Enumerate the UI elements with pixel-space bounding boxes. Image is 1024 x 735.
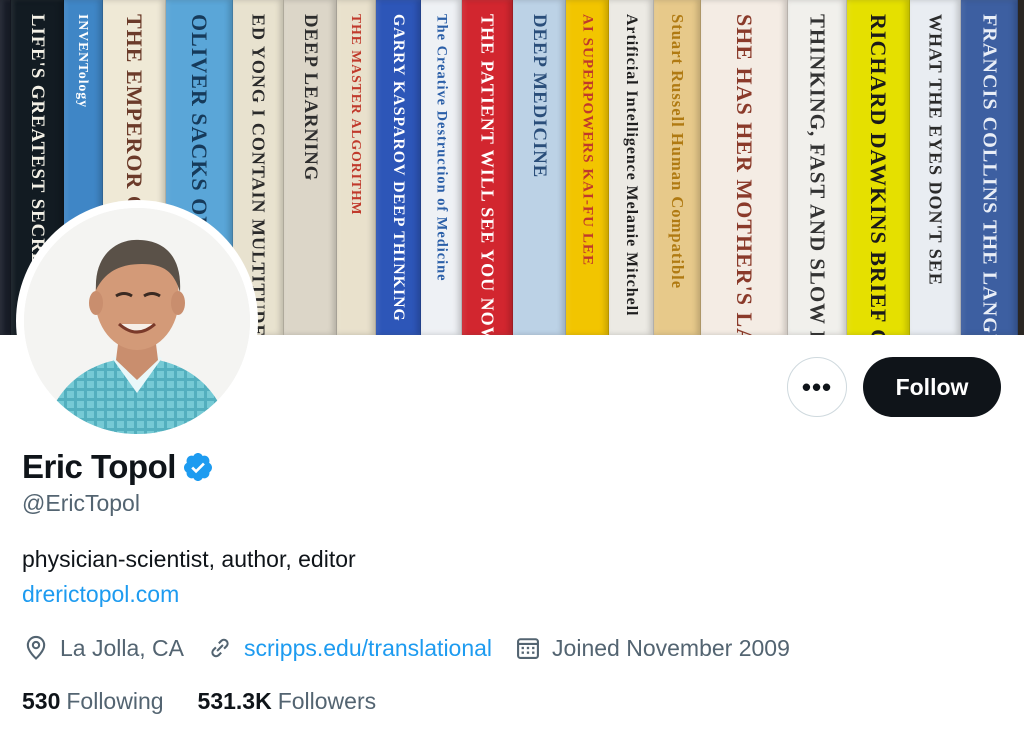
- book-title: SHE HAS HER MOTHER'S LAUGH CARL ZIMMER: [732, 14, 757, 335]
- more-options-button[interactable]: •••: [787, 357, 847, 417]
- book-title: DEEP MEDICINE: [529, 14, 550, 179]
- book-spine: THE PATIENT WILL SEE YOU NOW: [462, 0, 513, 335]
- profile-url-link[interactable]: scripps.edu/translational: [244, 635, 492, 662]
- book-spine: GARRY KASPAROV DEEP THINKING: [376, 0, 421, 335]
- following-stat[interactable]: 530 Following: [22, 688, 164, 715]
- profile-handle: @EricTopol: [22, 490, 140, 516]
- book-title: LIFE'S GREATEST SECRET: [27, 14, 48, 280]
- joined-item: Joined November 2009: [514, 634, 790, 662]
- book-spine: Stuart Russell Human Compatible: [654, 0, 701, 335]
- book-title: THE PATIENT WILL SEE YOU NOW: [477, 14, 498, 335]
- profile-name-row: Eric Topol: [22, 448, 214, 486]
- book-title: The Creative Destruction of Medicine: [433, 14, 450, 282]
- book-spine: SHE HAS HER MOTHER'S LAUGH CARL ZIMMER: [701, 0, 788, 335]
- book-spine: THE MASTER ALGORITHM: [337, 0, 376, 335]
- book-spine: RICHARD DAWKINS BRIEF CANDLE IN THE DARK: [847, 0, 910, 335]
- book-title: Artificial Intelligence Melanie Mitchell: [623, 14, 640, 317]
- url-item[interactable]: scripps.edu/translational: [206, 634, 492, 662]
- link-icon: [211, 638, 229, 658]
- book-spine: WHAT THE EYES DON'T SEE: [910, 0, 961, 335]
- book-title: GARRY KASPAROV DEEP THINKING: [390, 14, 407, 322]
- book-title: WHAT THE EYES DON'T SEE: [925, 14, 946, 286]
- book-title: FRANCIS COLLINS THE LANGUAGE OF GOD: [978, 14, 1001, 335]
- book-spine: AI SUPERPOWERS KAI-FU LEE: [566, 0, 609, 335]
- joined-text: Joined November 2009: [552, 634, 790, 661]
- following-count: 530: [22, 688, 61, 714]
- book-spine: THINKING, FAST AND SLOW DANIEL KAHNEMAN: [788, 0, 847, 335]
- profile-bio: physician-scientist, author, editor: [22, 546, 356, 572]
- profile-name: Eric Topol: [22, 448, 176, 485]
- book-spine: The Creative Destruction of Medicine: [421, 0, 462, 335]
- profile-stats: 530 Following 531.3K Followers: [22, 688, 410, 715]
- book-title: INVENTology: [76, 14, 91, 109]
- avatar-photo: [24, 208, 250, 434]
- book-title: DEEP LEARNING: [300, 14, 321, 182]
- book-title: Stuart Russell Human Compatible: [668, 14, 687, 290]
- followers-label: Followers: [277, 688, 377, 714]
- verified-badge-icon: [183, 453, 212, 481]
- book-title: RICHARD DAWKINS BRIEF CANDLE IN THE DARK: [866, 14, 891, 335]
- book-spine: FRANCIS COLLINS THE LANGUAGE OF GOD: [961, 0, 1018, 335]
- profile-website-link[interactable]: drerictopol.com: [22, 581, 179, 608]
- book-spine: [0, 0, 11, 335]
- location-pin-icon: [26, 635, 46, 660]
- profile-meta-row: La Jolla, CA scripps.edu/translational J…: [22, 634, 812, 662]
- followers-stat[interactable]: 531.3K Followers: [198, 688, 377, 715]
- followers-count: 531.3K: [197, 688, 272, 714]
- follow-button[interactable]: Follow: [863, 357, 1001, 417]
- book-title: AI SUPERPOWERS KAI-FU LEE: [579, 14, 596, 267]
- book-spine: Artificial Intelligence Melanie Mitchell: [609, 0, 654, 335]
- book-title: THE MASTER ALGORITHM: [349, 14, 364, 216]
- book-title: THINKING, FAST AND SLOW DANIEL KAHNEMAN: [805, 14, 830, 335]
- following-label: Following: [66, 688, 164, 714]
- location-text: La Jolla, CA: [60, 634, 185, 661]
- calendar-icon: [517, 638, 540, 659]
- profile-avatar[interactable]: [16, 200, 258, 442]
- book-spine: DEEP MEDICINE: [513, 0, 566, 335]
- location-item: La Jolla, CA: [22, 634, 184, 662]
- book-spine: DEEP LEARNING: [284, 0, 337, 335]
